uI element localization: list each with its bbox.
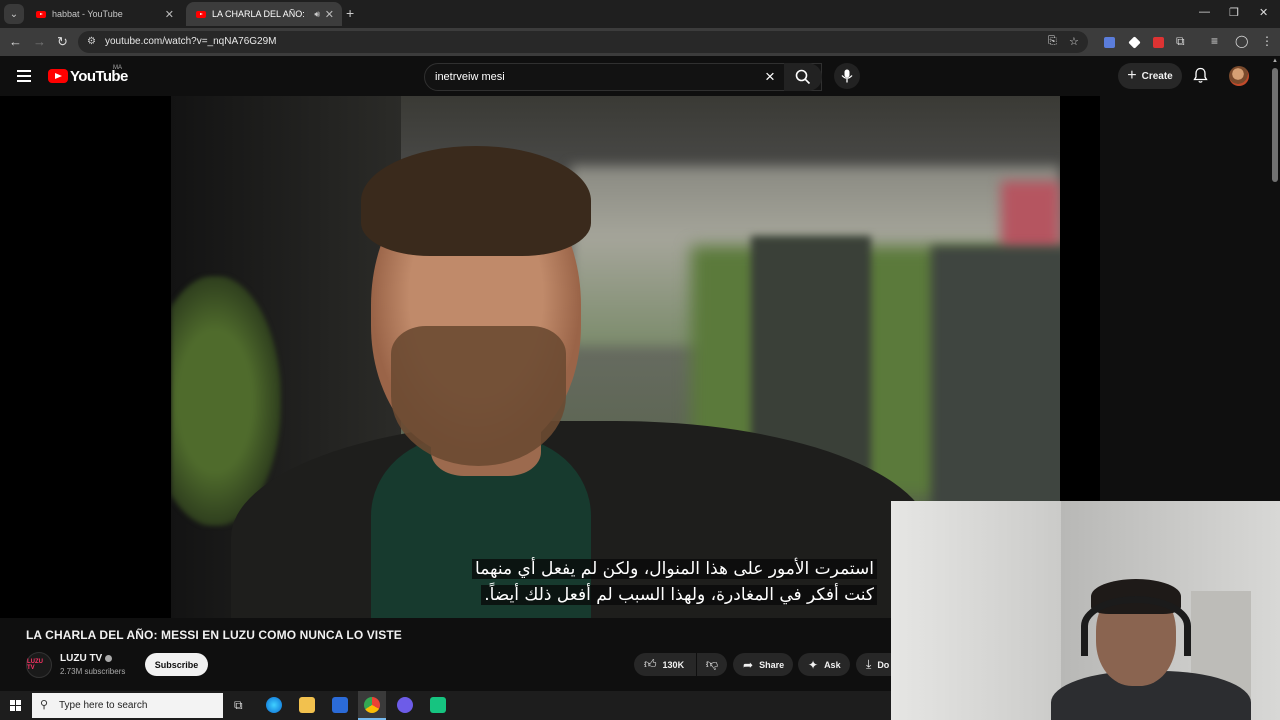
verified-badge-icon <box>105 654 113 662</box>
channel-avatar[interactable]: LUZU TV <box>26 652 52 678</box>
extensions-puzzle-icon[interactable]: ⧉ <box>1176 34 1185 49</box>
profile-icon[interactable]: ◯ <box>1235 34 1248 48</box>
site-info-icon[interactable]: ⚙ <box>87 36 96 47</box>
share-arrow-icon: ➦ <box>743 657 754 672</box>
tab-habbat[interactable]: habbat - YouTube ✕ <box>26 2 182 26</box>
tab-title: LA CHARLA DEL AÑO: MESI <box>212 9 308 19</box>
chrome-icon[interactable] <box>364 697 380 713</box>
minimize-window-icon[interactable]: — <box>1199 6 1210 18</box>
translate-extension-icon[interactable] <box>1104 37 1115 48</box>
like-button[interactable]: 👍︎ 130K <box>634 653 696 676</box>
search-icon <box>795 69 811 85</box>
extension-red-icon[interactable] <box>1153 37 1164 48</box>
download-label: Do <box>877 659 890 670</box>
close-tab-icon[interactable]: ✕ <box>165 8 174 21</box>
search-icon: ⚲ <box>40 699 49 711</box>
install-app-icon[interactable]: ⎘ <box>1048 35 1057 48</box>
youtube-favicon-icon <box>36 10 46 18</box>
thumbs-down-icon: 👎︎ <box>705 657 719 671</box>
app-icon[interactable] <box>430 697 446 713</box>
video-subtitles: استمرت الأمور على هذا المنوال، ولكن لم ي… <box>455 556 877 608</box>
new-tab-plus-icon[interactable]: + <box>346 5 354 21</box>
address-bar[interactable]: ⚙ youtube.com/watch?v=_nqNA76G29M ⎘ ☆ <box>78 31 1088 53</box>
close-tab-icon[interactable]: ✕ <box>325 8 334 21</box>
channel-name-row[interactable]: LUZU TV <box>60 653 113 664</box>
thumbs-up-icon: 👍︎ <box>644 657 657 671</box>
search-box[interactable]: inetrveiw mesi × <box>424 63 822 91</box>
share-button[interactable]: ➦ Share <box>733 653 793 676</box>
search-input[interactable]: inetrveiw mesi <box>435 71 505 83</box>
clear-search-icon[interactable]: × <box>765 67 775 87</box>
extension-diamond-icon[interactable] <box>1128 36 1141 49</box>
file-explorer-icon[interactable] <box>299 697 315 713</box>
youtube-logo-icon[interactable] <box>48 69 68 83</box>
restore-window-icon[interactable]: ❐ <box>1229 6 1239 19</box>
subscribe-button[interactable]: Subscribe <box>145 653 208 676</box>
country-code: MA <box>113 65 122 71</box>
browser-toolbar: ← → ↻ ⚙ youtube.com/watch?v=_nqNA76G29M … <box>0 28 1280 56</box>
discord-icon[interactable] <box>397 697 413 713</box>
reload-icon[interactable]: ↻ <box>57 34 68 50</box>
browser-tab-strip: ⌄ habbat - YouTube ✕ LA CHARLA DEL AÑO: … <box>0 0 1280 28</box>
tab-title: habbat - YouTube <box>52 9 123 19</box>
forward-arrow-icon[interactable]: → <box>33 34 46 49</box>
plus-icon: + <box>1127 67 1137 84</box>
windows-taskbar: ⚲ Type here to search ⧉ <box>0 691 891 720</box>
scroll-up-arrow-icon[interactable]: ▲ <box>1272 58 1278 64</box>
taskbar-search-box[interactable]: ⚲ Type here to search <box>32 693 223 718</box>
scrollbar-thumb[interactable] <box>1272 68 1278 182</box>
download-button[interactable]: ⤓ Do <box>856 653 891 676</box>
tab-la-charla[interactable]: LA CHARLA DEL AÑO: MESI 🔊︎ ✕ <box>186 2 342 26</box>
edge-browser-icon[interactable] <box>266 697 282 713</box>
microphone-icon <box>841 69 853 83</box>
windows-start-icon[interactable] <box>10 700 21 711</box>
download-icon: ⤓ <box>866 657 872 671</box>
ask-button[interactable]: ✦ Ask <box>798 653 850 676</box>
close-window-icon[interactable]: ✕ <box>1259 6 1268 19</box>
account-avatar[interactable] <box>1229 66 1249 86</box>
tab-search-chevron-icon[interactable]: ⌄ <box>4 4 24 24</box>
search-button[interactable] <box>784 63 822 91</box>
task-view-icon[interactable]: ⧉ <box>234 698 243 713</box>
bookmark-star-icon[interactable]: ☆ <box>1069 35 1079 48</box>
channel-avatar-text: LUZU TV <box>27 659 43 671</box>
share-label: Share <box>759 659 785 670</box>
subtitle-line: استمرت الأمور على هذا المنوال، ولكن لم ي… <box>472 559 877 579</box>
sparkle-icon: ✦ <box>808 657 819 672</box>
voice-search-button[interactable] <box>834 63 860 89</box>
ask-label: Ask <box>824 659 841 670</box>
menu-hamburger-icon[interactable] <box>17 70 31 85</box>
url-text[interactable]: youtube.com/watch?v=_nqNA76G29M <box>105 36 277 47</box>
subscriber-count: 2.73M subscribers <box>60 667 126 676</box>
chrome-menu-icon[interactable]: ⋮ <box>1261 34 1273 48</box>
youtube-favicon-icon <box>196 10 206 18</box>
like-count: 130K <box>662 659 685 670</box>
channel-name[interactable]: LUZU TV <box>60 653 102 664</box>
taskbar-search-placeholder: Type here to search <box>59 700 148 711</box>
webcam-overlay <box>891 501 1280 720</box>
dislike-button[interactable]: 👎︎ <box>697 653 727 676</box>
back-arrow-icon[interactable]: ← <box>9 34 22 49</box>
create-label: Create <box>1141 70 1173 82</box>
notifications-bell-icon[interactable] <box>1193 67 1208 84</box>
youtube-header: YouTube MA inetrveiw mesi × + Create <box>0 56 1270 96</box>
subtitle-line: كنت أفكر في المغادرة، ولهذا السبب لم أفع… <box>481 585 877 605</box>
media-control-icon[interactable]: ≡ <box>1211 34 1218 48</box>
create-button[interactable]: + Create <box>1118 63 1182 89</box>
audio-playing-icon[interactable]: 🔊︎ <box>314 9 320 20</box>
video-title: LA CHARLA DEL AÑO: MESSI EN LUZU COMO NU… <box>26 628 402 642</box>
microsoft-store-icon[interactable] <box>332 697 348 713</box>
